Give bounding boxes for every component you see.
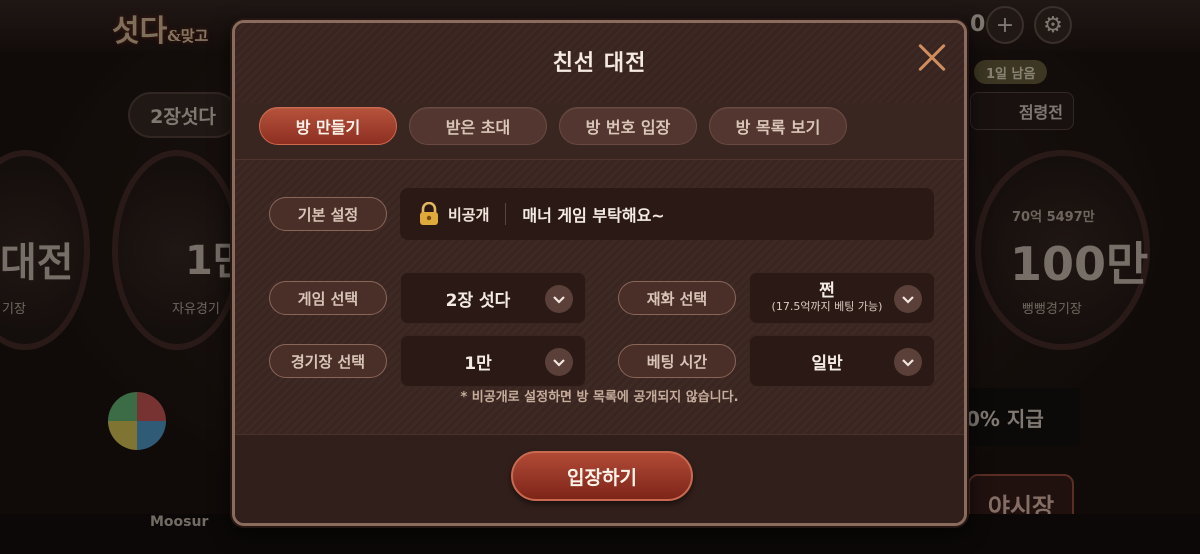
basic-settings-label: 기본 설정 (269, 197, 387, 231)
right-room-amount: 70억 5497만 (1012, 210, 1095, 225)
betting-time-dropdown[interactable]: 일반 (749, 335, 935, 387)
chevron-down-icon[interactable] (894, 285, 922, 313)
chevron-down-icon[interactable] (894, 348, 922, 376)
mid-room-label: 자유경기 (172, 302, 220, 317)
private-toggle-label[interactable]: 비공개 (448, 204, 489, 225)
right-room-title: 100만 (1010, 237, 1149, 291)
betting-time-label: 베팅 시간 (618, 344, 736, 378)
tab-bar: 방 만들기 받은 초대 방 번호 입장 방 목록 보기 (259, 107, 847, 145)
arena-select-value: 1만 (464, 353, 492, 374)
pvp-button[interactable]: 점령전 (970, 92, 1074, 130)
currency-select-sub: (17.5억까지 베팅 가능) (771, 300, 883, 314)
gear-icon[interactable]: ⚙ (1034, 6, 1072, 44)
chevron-down-icon[interactable] (545, 348, 573, 376)
game-select-dropdown[interactable]: 2장 섯다 (400, 272, 586, 324)
right-room-label: 뻥뻥경기장 (1022, 302, 1082, 317)
arena-select-dropdown[interactable]: 1만 (400, 335, 586, 387)
room-name-field[interactable]: 비공개 매너 게임 부탁해요~ (400, 188, 934, 240)
game-select-label: 게임 선택 (269, 281, 387, 315)
lock-icon[interactable] (418, 202, 440, 226)
left-room-title: 대전 (0, 240, 74, 286)
enter-button[interactable]: 입장하기 (511, 451, 693, 501)
tab-create-room[interactable]: 방 만들기 (259, 107, 397, 145)
left-room-label: 기장 (2, 302, 26, 317)
room-name-input[interactable]: 매너 게임 부탁해요~ (522, 202, 664, 226)
plus-icon[interactable]: + (986, 6, 1024, 44)
beach-ball-image (108, 392, 166, 450)
field-separator (505, 203, 507, 225)
days-left-badge: 1일 남음 (974, 60, 1048, 84)
private-notice: * 비공개로 설정하면 방 목록에 공개되지 않습니다. (460, 390, 739, 405)
tab-received-invites[interactable]: 받은 초대 (409, 107, 547, 145)
logo-sub-text: &맞고 (167, 27, 209, 45)
logo-main-text: 섯다 (112, 14, 168, 49)
dialog-title: 친선 대전 (552, 51, 647, 76)
game-select-value: 2장 섯다 (445, 290, 511, 311)
settings-panel: 기본 설정 비공개 매너 게임 부탁해요~ 게임 선택 2장 섯다 재화 선택 … (235, 160, 964, 434)
currency-select-dropdown[interactable]: 쩐 (17.5억까지 베팅 가능) (749, 272, 935, 324)
arena-select-label: 경기장 선택 (269, 344, 387, 378)
dialog-header: 친선 대전 (235, 23, 964, 103)
game-logo: 섯다&맞고 (112, 6, 222, 62)
currency-select-label: 재화 선택 (618, 281, 736, 315)
friendly-match-dialog: 친선 대전 방 만들기 받은 초대 방 번호 입장 방 목록 보기 기본 설정 … (232, 20, 967, 526)
tab-room-list[interactable]: 방 목록 보기 (709, 107, 847, 145)
tab-enter-room-number[interactable]: 방 번호 입장 (559, 107, 697, 145)
currency-select-value: 쩐 (819, 280, 835, 301)
betting-time-value: 일반 (811, 353, 843, 374)
top-counter: 0 (970, 12, 986, 37)
dialog-footer: 입장하기 (235, 434, 964, 523)
close-icon[interactable] (912, 39, 950, 77)
chevron-down-icon[interactable] (545, 285, 573, 313)
promo-banner[interactable]: 0% 지급 (960, 388, 1080, 446)
username: Moosur (150, 514, 209, 530)
mode-label[interactable]: 2장섯다 (128, 92, 238, 138)
currency-select-value-group: 쩐 (17.5억까지 베팅 가능) (771, 280, 883, 314)
